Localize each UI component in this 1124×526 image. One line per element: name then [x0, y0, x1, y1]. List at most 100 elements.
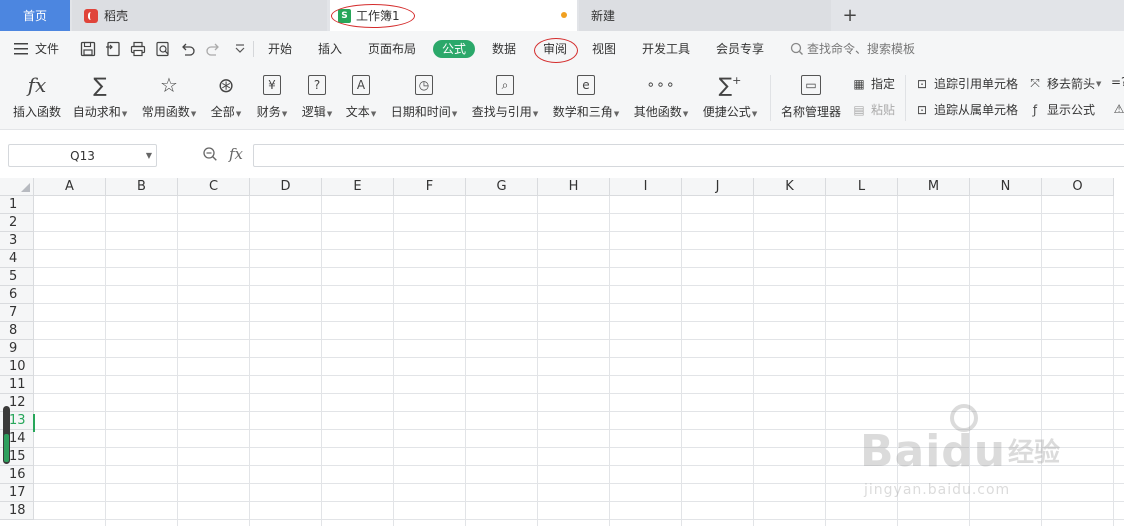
other-functions-button[interactable]: ∘∘∘ 其他函数▼: [632, 71, 690, 120]
all-functions-button[interactable]: ⊛ 全部▼: [208, 71, 244, 120]
show-formulas-button[interactable]: ƒ 显示公式: [1027, 101, 1095, 118]
chevron-down-icon: ▼: [532, 110, 539, 118]
menu-item-insert[interactable]: 插入: [318, 40, 342, 58]
name-box[interactable]: Q13 ▼: [8, 144, 157, 167]
column-header-h[interactable]: H: [538, 178, 610, 196]
command-search[interactable]: 查找命令、搜索模板: [790, 40, 915, 58]
column-header-b[interactable]: B: [106, 178, 178, 196]
row-header-18[interactable]: 18: [0, 502, 34, 520]
quick-formula-button[interactable]: ∑ + 便捷公式▼: [701, 71, 759, 120]
column-header-i[interactable]: I: [610, 178, 682, 196]
name-manager-label: 名称管理器: [780, 105, 841, 119]
undo-icon[interactable]: [180, 41, 196, 57]
column-header-f[interactable]: F: [394, 178, 466, 196]
row-header-7[interactable]: 7: [0, 304, 34, 322]
show-formulas-label: 显示公式: [1047, 103, 1096, 117]
row-header-11[interactable]: 11: [0, 376, 34, 394]
warning-icon: ⚠: [1113, 102, 1124, 116]
clock-icon: ◷: [415, 75, 433, 95]
zoom-icon[interactable]: [202, 146, 218, 162]
menu-item-data[interactable]: 数据: [492, 40, 516, 58]
fx-icon: fx: [27, 73, 47, 97]
column-header-l[interactable]: L: [826, 178, 898, 196]
annotation-ellipse-review: [534, 38, 578, 63]
name-manager-button[interactable]: ▭ 名称管理器: [780, 71, 842, 120]
logical-button[interactable]: ? 逻辑▼: [299, 71, 335, 120]
row-header-5[interactable]: 5: [0, 268, 34, 286]
row-header-17[interactable]: 17: [0, 484, 34, 502]
save-icon[interactable]: [80, 41, 96, 57]
export-pdf-icon[interactable]: [105, 41, 121, 57]
add-tab-button[interactable]: +: [838, 0, 862, 31]
paste-name-button[interactable]: ▤ 粘贴: [851, 101, 895, 118]
row-header-9[interactable]: 9: [0, 340, 34, 358]
row-header-3[interactable]: 3: [0, 232, 34, 250]
trace-dependents-button[interactable]: ⊡ 追踪从属单元格: [914, 101, 1018, 118]
menu-item-member[interactable]: 会员专享: [716, 40, 764, 58]
scroll-indicator[interactable]: [3, 406, 10, 464]
row-header-10[interactable]: 10: [0, 358, 34, 376]
row-header-8[interactable]: 8: [0, 322, 34, 340]
column-header-n[interactable]: N: [970, 178, 1042, 196]
column-header-o[interactable]: O: [1042, 178, 1114, 196]
print-icon[interactable]: [130, 41, 146, 57]
print-preview-icon[interactable]: [155, 41, 171, 57]
menu-item-view[interactable]: 视图: [592, 40, 616, 58]
column-header-k[interactable]: K: [754, 178, 826, 196]
chevron-down-icon: ▼: [235, 110, 242, 118]
evaluate-fragment: =?: [1111, 75, 1124, 89]
datetime-button[interactable]: ◷ 日期和时间▼: [389, 71, 459, 120]
tab-bar: 首页 稻壳 S 工作簿1 新建 +: [0, 0, 1124, 31]
formulas-ribbon: fx 插入函数 ∑ 自动求和▼ ☆ 常用函数▼ ⊛ 全部▼ ¥ 财务▼ ? 逻辑…: [0, 67, 1124, 130]
redo-icon[interactable]: [205, 41, 221, 57]
trace-precedents-label: 追踪引用单元格: [934, 77, 1019, 91]
row-header-6[interactable]: 6: [0, 286, 34, 304]
chevron-down-icon: ▼: [281, 110, 288, 118]
formula-input[interactable]: [253, 144, 1124, 167]
chevron-down-icon: ▼: [370, 110, 377, 118]
row-header-4[interactable]: 4: [0, 250, 34, 268]
column-header-j[interactable]: J: [682, 178, 754, 196]
error-check-button[interactable]: ⚠: [1111, 101, 1124, 117]
text-functions-button[interactable]: A 文本▼: [343, 71, 379, 120]
math-e-icon: e: [577, 75, 595, 95]
row-header-2[interactable]: 2: [0, 214, 34, 232]
fx-label[interactable]: fx: [229, 145, 243, 163]
search-icon: [790, 42, 803, 55]
math-button[interactable]: e 数学和三角▼: [551, 71, 621, 120]
column-header-g[interactable]: G: [466, 178, 538, 196]
menu-item-developer[interactable]: 开发工具: [642, 40, 690, 58]
row-header-1[interactable]: 1: [0, 196, 34, 214]
insert-function-button[interactable]: fx 插入函数: [12, 71, 62, 120]
remove-arrows-label: 移去箭头: [1047, 77, 1096, 91]
specify-button[interactable]: ▦ 指定: [851, 75, 895, 92]
common-functions-button[interactable]: ☆ 常用函数▼: [140, 71, 198, 120]
column-header-c[interactable]: C: [178, 178, 250, 196]
trace-dependents-icon: ⊡: [916, 102, 928, 117]
question-icon: ?: [308, 75, 326, 95]
menu-item-formulas[interactable]: 公式: [433, 40, 476, 58]
tab-daoke[interactable]: 稻壳: [72, 0, 327, 31]
tab-new[interactable]: 新建: [579, 0, 831, 31]
formula-bar: Q13 ▼ fx: [0, 130, 1124, 178]
remove-arrows-button[interactable]: ⤧ 移去箭头 ▼: [1027, 75, 1101, 92]
menu-item-page-layout[interactable]: 页面布局: [368, 40, 416, 58]
quick-access-more-icon[interactable]: [232, 41, 248, 57]
tab-daoke-label: 稻壳: [104, 9, 129, 23]
quick-formula-label: 便捷公式: [702, 105, 751, 119]
trace-precedents-button[interactable]: ⊡ 追踪引用单元格: [914, 75, 1018, 92]
lookup-button[interactable]: ⌕ 查找与引用▼: [470, 71, 540, 120]
column-header-m[interactable]: M: [898, 178, 970, 196]
evaluate-formula-button[interactable]: =?: [1111, 75, 1124, 89]
row-header-16[interactable]: 16: [0, 466, 34, 484]
autosum-button[interactable]: ∑ 自动求和▼: [71, 71, 129, 120]
column-header-e[interactable]: E: [322, 178, 394, 196]
menu-item-start[interactable]: 开始: [268, 40, 292, 58]
column-header-d[interactable]: D: [250, 178, 322, 196]
column-header-a[interactable]: A: [34, 178, 106, 196]
tab-home[interactable]: 首页: [0, 0, 70, 31]
financial-button[interactable]: ¥ 财务▼: [254, 71, 290, 120]
file-menu[interactable]: 文件: [14, 40, 59, 58]
baidu-jingyan-watermark: Baidu 经验 jingyan.baidu.com: [858, 404, 1068, 504]
select-all-corner[interactable]: [0, 178, 34, 196]
